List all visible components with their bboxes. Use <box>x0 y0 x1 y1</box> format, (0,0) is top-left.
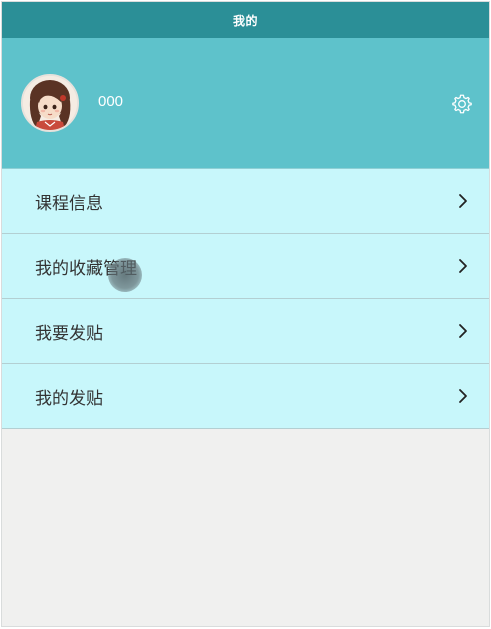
chevron-right-icon <box>459 389 467 403</box>
avatar-portrait-icon <box>23 76 77 130</box>
chevron-right-icon <box>459 259 467 273</box>
title-bar: 我的 <box>2 2 489 38</box>
menu-item-label: 我的发贴 <box>35 388 103 409</box>
avatar[interactable] <box>21 74 79 132</box>
page-title: 我的 <box>232 13 258 28</box>
profile-page: 我的 000 课程信息 我的收藏管理 我要发贴 我的发贴 <box>1 1 490 627</box>
gear-icon <box>452 94 472 114</box>
username: 000 <box>98 93 124 110</box>
menu-item-label: 我的收藏管理 <box>35 258 137 279</box>
menu-item-my-posts[interactable]: 我的发贴 <box>2 364 489 429</box>
chevron-right-icon <box>459 194 467 208</box>
settings-button[interactable] <box>451 93 473 115</box>
menu-item-label: 我要发贴 <box>35 323 103 344</box>
menu-item-course-info[interactable]: 课程信息 <box>2 169 489 234</box>
menu-item-new-post[interactable]: 我要发贴 <box>2 299 489 364</box>
chevron-right-icon <box>459 324 467 338</box>
menu-item-label: 课程信息 <box>35 193 103 214</box>
menu-item-favorites[interactable]: 我的收藏管理 <box>2 234 489 299</box>
profile-header: 000 <box>2 38 489 169</box>
